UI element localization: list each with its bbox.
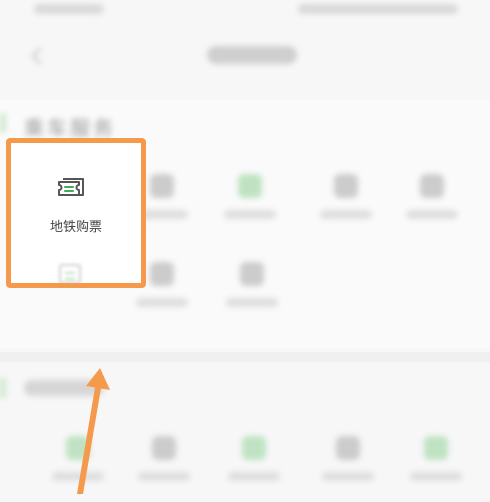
- service-icon: [240, 262, 264, 286]
- ticket-icon: [58, 178, 84, 196]
- service-label: [226, 298, 278, 307]
- service-icon: [150, 262, 174, 286]
- service-tile[interactable]: [212, 258, 292, 328]
- service-icon: [420, 174, 444, 198]
- service-label: [224, 210, 276, 219]
- service-label: [228, 472, 280, 481]
- back-icon[interactable]: [31, 47, 49, 65]
- service-icon: [59, 264, 81, 283]
- service-tile[interactable]: [124, 432, 204, 502]
- section-title: 乘车服务: [24, 116, 116, 140]
- service-icon: [66, 436, 90, 460]
- service-tile[interactable]: [306, 170, 386, 240]
- metro-ticket-label: 地铁购票: [49, 220, 102, 235]
- section-accent-bar: [0, 113, 6, 133]
- status-bar: [0, 0, 490, 24]
- status-time: [34, 4, 104, 14]
- service-tile[interactable]: [396, 432, 476, 502]
- service-icon: [336, 436, 360, 460]
- service-label: [138, 472, 190, 481]
- service-icon: [242, 436, 266, 460]
- service-icon: [152, 436, 176, 460]
- service-label: [322, 472, 374, 481]
- service-label: [410, 472, 462, 481]
- service-icon: [238, 174, 262, 198]
- service-tile[interactable]: [38, 432, 118, 502]
- service-label: [136, 298, 188, 307]
- page-title: [207, 46, 297, 64]
- service-label: [52, 472, 104, 481]
- service-tile[interactable]: [308, 432, 388, 502]
- service-label: [406, 210, 458, 219]
- service-tile[interactable]: [210, 170, 290, 240]
- service-label: [320, 210, 372, 219]
- section-divider: [0, 352, 490, 362]
- metro-ticket-tile[interactable]: 地铁购票: [6, 138, 146, 288]
- service-tile[interactable]: [214, 432, 294, 502]
- status-icons: [298, 4, 458, 14]
- service-icon: [150, 174, 174, 198]
- service-icon: [424, 436, 448, 460]
- section-title: [24, 380, 104, 396]
- service-tile[interactable]: [392, 170, 472, 240]
- section-accent-bar: [0, 378, 6, 398]
- service-icon: [334, 174, 358, 198]
- nav-bar: [0, 34, 490, 78]
